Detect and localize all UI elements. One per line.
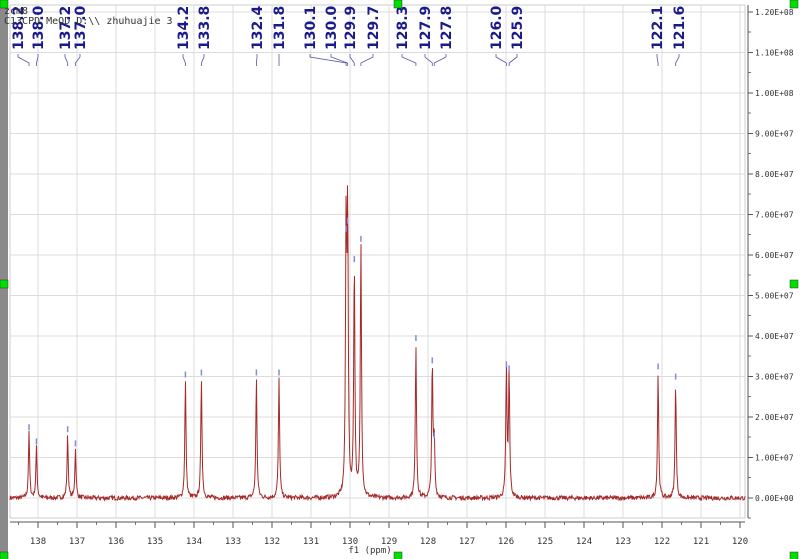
peak-label: 121.6: [672, 6, 688, 50]
x-tick-label: 133: [225, 537, 241, 547]
y-tick-label: 1.10E+08: [755, 49, 794, 58]
x-tick-label: 135: [147, 537, 163, 547]
x-tick-label: 123: [615, 537, 631, 547]
resize-handle[interactable]: [0, 279, 9, 289]
x-tick-label: 134: [186, 537, 202, 547]
peak-label: 127.8: [439, 6, 455, 50]
y-tick-label: 3.00E+07: [755, 373, 794, 382]
peak-label: 126.0: [489, 5, 505, 50]
resize-handle[interactable]: [393, 551, 403, 559]
x-tick-label: 124: [576, 537, 592, 547]
peak-label: 130.1: [303, 6, 319, 50]
x-tick-label: 132: [264, 537, 280, 547]
resize-handle[interactable]: [789, 0, 799, 9]
peak-label: 133.8: [197, 6, 213, 50]
x-tick-label: 125: [537, 537, 553, 547]
peak-label: 134.2: [176, 6, 192, 50]
resize-handle[interactable]: [789, 551, 799, 559]
y-tick-label: 2.00E+07: [755, 413, 794, 422]
x-tick-label: 120: [732, 537, 748, 547]
x-tick-label: 126: [498, 537, 514, 547]
peak-label: 129.7: [366, 6, 382, 50]
y-tick-label: 7.00E+07: [755, 211, 794, 220]
y-tick-label: 1.00E+07: [755, 454, 794, 463]
peak-label: 131.8: [272, 6, 288, 50]
x-tick-label: 137: [69, 537, 85, 547]
y-tick-label: 8.00E+07: [755, 170, 794, 179]
peak-label: 122.1: [650, 6, 666, 50]
x-tick-label: 122: [654, 537, 670, 547]
x-tick-label: 138: [30, 537, 46, 547]
x-tick-label: 128: [420, 537, 436, 547]
peak-label: 137.2: [58, 6, 74, 50]
peak-label: 138.0: [31, 5, 47, 50]
y-tick-label: 4.00E+07: [755, 332, 794, 341]
peak-label: 129.9: [343, 6, 359, 50]
x-axis-label: f1 (ppm): [348, 546, 391, 556]
plot-area: [9, 4, 746, 519]
resize-handle[interactable]: [0, 0, 9, 9]
y-tick-label: 1.00E+08: [755, 89, 794, 98]
resize-handle[interactable]: [789, 279, 799, 289]
grid: [9, 4, 746, 519]
resize-handle[interactable]: [0, 551, 9, 559]
y-tick-label: 6.00E+07: [755, 251, 794, 260]
peak-label: 132.4: [250, 5, 266, 50]
experiment-info: C13CPD MeOD D:\\ zhuhuajie 3: [4, 16, 173, 27]
resize-handle[interactable]: [393, 0, 403, 9]
peak-label: 137.0: [73, 5, 89, 50]
x-tick-label: 136: [108, 537, 124, 547]
peak-label: 127.9: [418, 6, 434, 50]
left-scroll-bar[interactable]: [0, 0, 8, 559]
y-tick-label: 5.00E+07: [755, 292, 794, 301]
y-tick-label: 9.00E+07: [755, 130, 794, 139]
x-tick-label: 121: [693, 537, 709, 547]
x-tick-label: 131: [303, 537, 319, 547]
nmr-spectrum-chart: 138 137 136 135 134 133 132 131 130 129 128 127 126 1…: [0, 0, 799, 559]
peak-label: 125.9: [510, 6, 526, 50]
peak-label: 128.3: [395, 6, 411, 50]
y-tick-label: 0.00E+00: [755, 494, 794, 503]
x-tick-label: 127: [459, 537, 475, 547]
y-tick-label: 1.20E+08: [755, 8, 794, 17]
peak-label: 130.0: [324, 5, 340, 50]
